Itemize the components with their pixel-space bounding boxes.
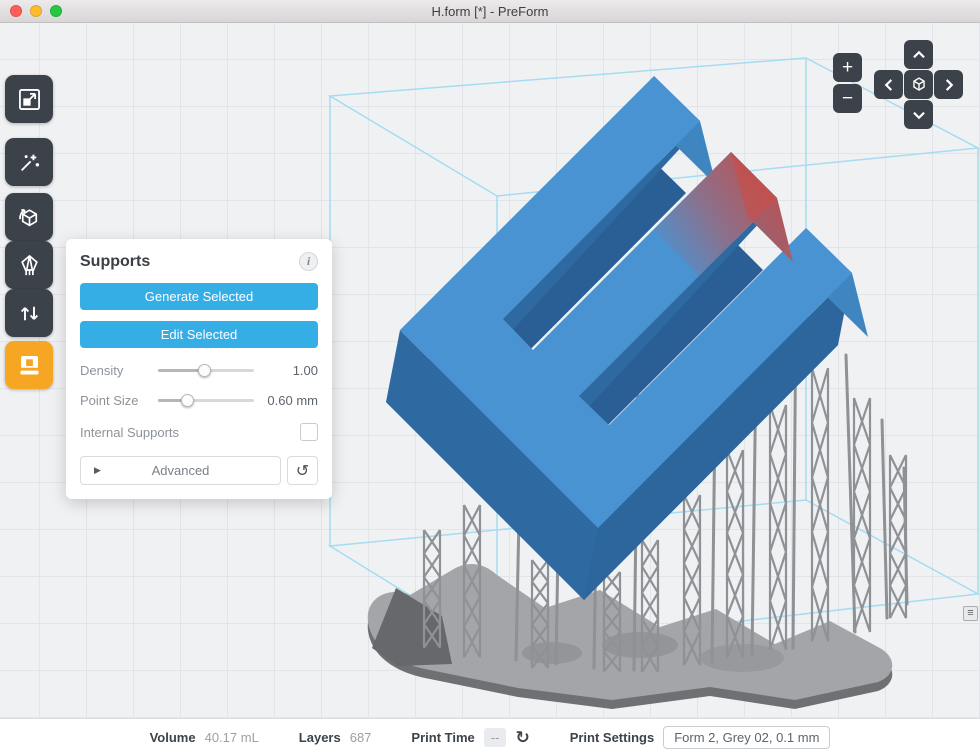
- chevron-left-icon: [878, 74, 900, 96]
- volume-value: 40.17 mL: [205, 730, 259, 745]
- maximize-button[interactable]: [50, 5, 62, 17]
- orientation-cube-icon: [16, 204, 43, 231]
- point-size-value: 0.60 mm: [260, 393, 318, 408]
- view-cube-icon: [908, 74, 930, 96]
- zoom-in-button[interactable]: +: [833, 53, 862, 82]
- internal-supports-label: Internal Supports: [80, 425, 179, 440]
- printer-icon: [16, 352, 43, 379]
- density-label: Density: [80, 363, 152, 378]
- rotate-down-button[interactable]: [904, 100, 933, 129]
- magic-wand-icon: [16, 149, 43, 176]
- view-dpad: [874, 40, 963, 129]
- point-size-row: Point Size 0.60 mm: [80, 393, 318, 408]
- density-slider-knob[interactable]: [198, 364, 211, 377]
- layer-slider-handle[interactable]: ≡: [963, 606, 978, 621]
- density-slider[interactable]: [158, 364, 254, 377]
- rotate-left-button[interactable]: [874, 70, 903, 99]
- model-mesh[interactable]: [386, 76, 868, 600]
- size-tool-button[interactable]: [5, 75, 53, 123]
- supports-tool-button[interactable]: [5, 241, 53, 289]
- layout-tool-button[interactable]: [5, 289, 53, 337]
- refresh-icon: ↻: [515, 728, 529, 747]
- print-time-value: --: [484, 728, 507, 747]
- point-size-slider[interactable]: [158, 394, 254, 407]
- point-size-label: Point Size: [80, 393, 152, 408]
- refresh-print-time-button[interactable]: ↻: [515, 728, 529, 748]
- printer-button[interactable]: [5, 341, 53, 389]
- density-row: Density 1.00: [80, 363, 318, 378]
- layout-arrows-icon: [16, 300, 43, 327]
- one-click-print-tool-button[interactable]: [5, 138, 53, 186]
- size-icon: [16, 86, 43, 113]
- print-settings-group: Print Settings Form 2, Grey 02, 0.1 mm: [570, 726, 831, 749]
- chevron-up-icon: [908, 44, 930, 66]
- chevron-down-icon: [908, 104, 930, 126]
- reset-icon: ↺: [296, 461, 309, 481]
- close-button[interactable]: [10, 5, 22, 17]
- rotate-right-button[interactable]: [934, 70, 963, 99]
- window-title: H.form [*] - PreForm: [431, 4, 548, 19]
- advanced-caret-icon: ▶: [94, 465, 101, 476]
- edit-selected-button[interactable]: Edit Selected: [80, 321, 318, 348]
- supports-panel: Supports i Generate Selected Edit Select…: [66, 239, 332, 499]
- zoom-controls: + −: [833, 53, 862, 113]
- reset-defaults-button[interactable]: ↺: [287, 456, 318, 485]
- orientation-tool-button[interactable]: [5, 193, 53, 241]
- volume-label: Volume: [150, 730, 196, 745]
- internal-supports-checkbox[interactable]: [300, 423, 318, 441]
- print-settings-label: Print Settings: [570, 730, 655, 745]
- layers-group: Layers 687: [299, 730, 372, 745]
- advanced-label: Advanced: [152, 463, 210, 478]
- supports-icon: [16, 252, 43, 279]
- status-bar: Volume 40.17 mL Layers 687 Print Time --…: [0, 718, 980, 756]
- generate-selected-button[interactable]: Generate Selected: [80, 283, 318, 310]
- zoom-out-button[interactable]: −: [833, 84, 862, 113]
- density-value: 1.00: [260, 363, 318, 378]
- volume-group: Volume 40.17 mL: [150, 730, 259, 745]
- internal-supports-row: Internal Supports: [80, 423, 318, 441]
- print-time-label: Print Time: [411, 730, 474, 745]
- chevron-right-icon: [938, 74, 960, 96]
- traffic-lights: [10, 5, 62, 17]
- point-size-slider-knob[interactable]: [181, 394, 194, 407]
- print-time-group: Print Time -- ↻: [411, 728, 529, 748]
- info-icon[interactable]: i: [299, 252, 318, 271]
- layers-value: 687: [350, 730, 372, 745]
- supports-panel-title: Supports: [80, 253, 150, 271]
- advanced-expander[interactable]: ▶ Advanced: [80, 456, 281, 485]
- print-settings-button[interactable]: Form 2, Grey 02, 0.1 mm: [663, 726, 830, 749]
- titlebar: H.form [*] - PreForm: [0, 0, 980, 23]
- minimize-button[interactable]: [30, 5, 42, 17]
- layers-label: Layers: [299, 730, 341, 745]
- left-toolbar: [5, 75, 53, 389]
- rotate-up-button[interactable]: [904, 40, 933, 69]
- view-home-button[interactable]: [904, 70, 933, 99]
